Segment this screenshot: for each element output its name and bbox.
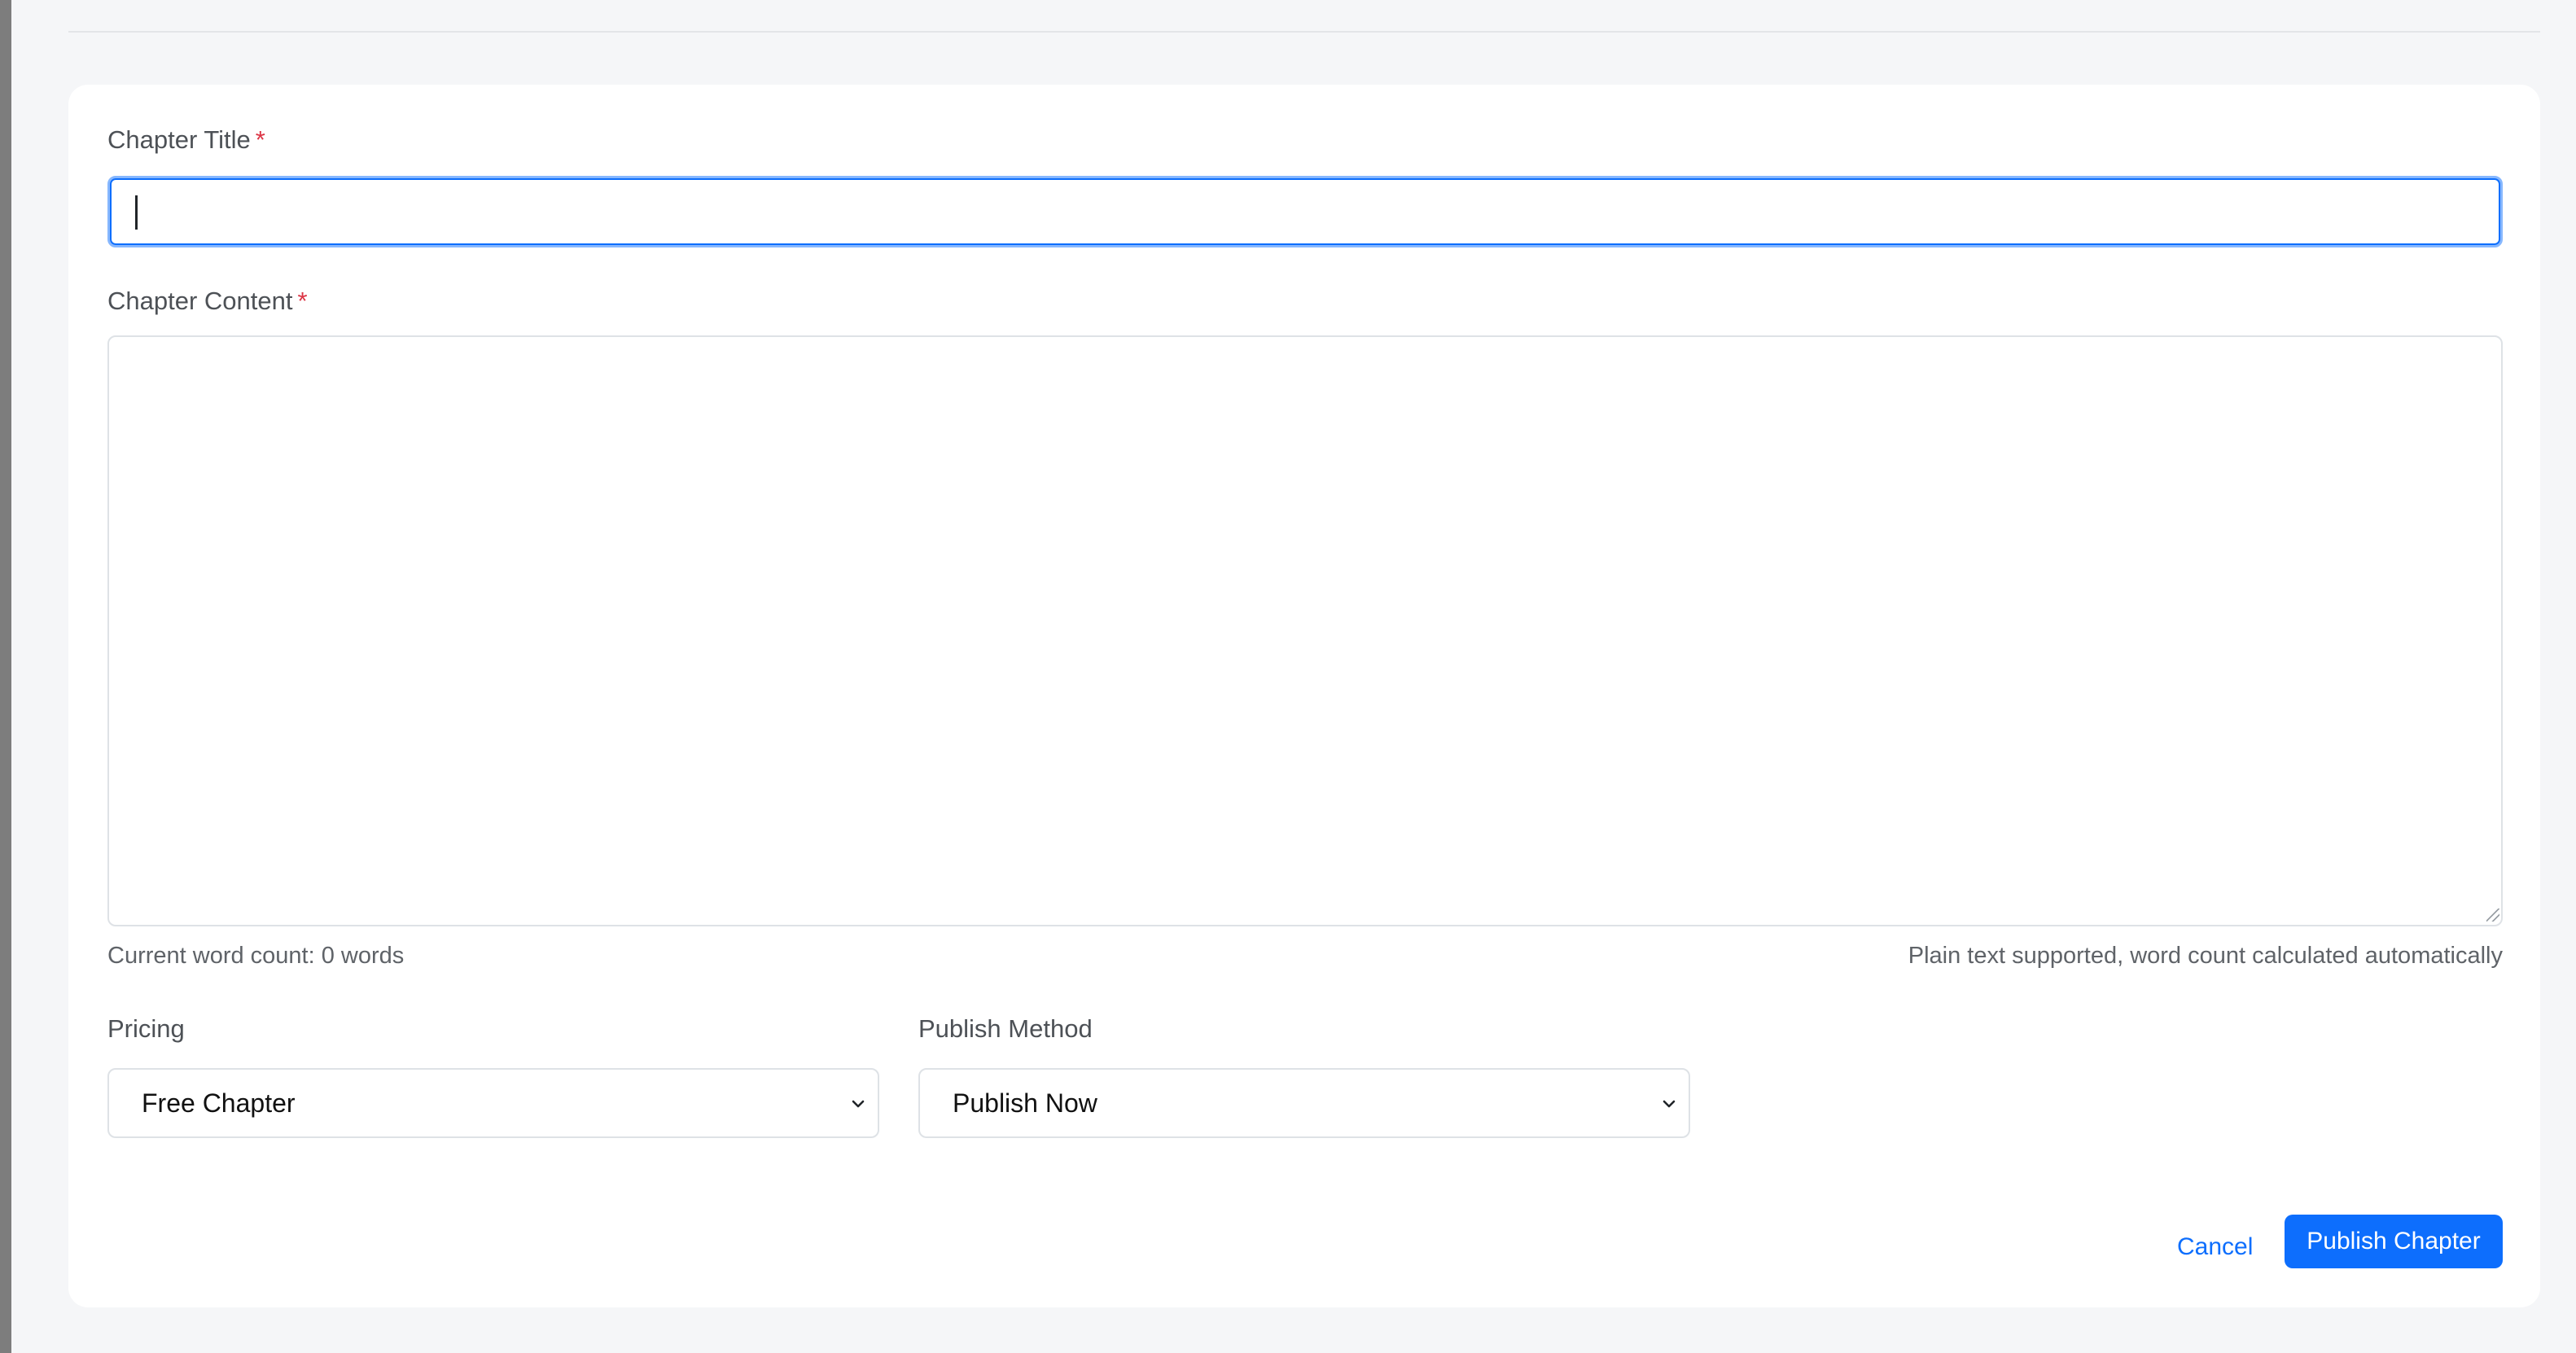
section-divider (68, 31, 2540, 33)
chapter-title-label: Chapter Title * (107, 125, 265, 155)
chapter-title-label-text: Chapter Title (107, 125, 251, 154)
content-hint-text: Plain text supported, word count calcula… (1908, 943, 2503, 969)
required-marker: * (297, 287, 308, 315)
chevron-down-icon (852, 1100, 865, 1108)
publish-method-selected-value: Publish Now (953, 1088, 1097, 1118)
cancel-button[interactable]: Cancel (2177, 1221, 2253, 1273)
chapter-title-input[interactable] (107, 176, 2503, 247)
chapter-content-textarea[interactable] (107, 335, 2503, 926)
resize-grip-icon[interactable] (2486, 909, 2499, 922)
pricing-select[interactable]: Free Chapter (107, 1068, 879, 1138)
chapter-form-card: Chapter Title * Chapter Content * Current … (68, 85, 2540, 1307)
publish-method-label: Publish Method (918, 1014, 1093, 1043)
word-count-text: Current word count: 0 words (107, 943, 405, 969)
chevron-down-icon (1663, 1100, 1676, 1108)
text-caret (135, 195, 138, 230)
pricing-selected-value: Free Chapter (142, 1088, 296, 1118)
chapter-content-label: Chapter Content * (107, 287, 308, 316)
chapter-content-label-text: Chapter Content (107, 287, 293, 315)
window-left-edge (0, 0, 11, 1353)
publish-chapter-button[interactable]: Publish Chapter (2285, 1215, 2503, 1268)
publish-method-select[interactable]: Publish Now (918, 1068, 1690, 1138)
required-marker: * (255, 125, 265, 154)
pricing-label: Pricing (107, 1014, 185, 1043)
